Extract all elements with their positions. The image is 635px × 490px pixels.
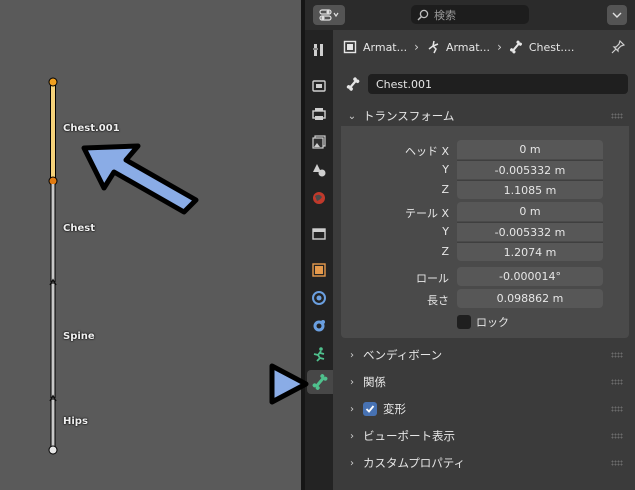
bone-icon — [509, 40, 522, 54]
relations-panel-header[interactable]: › 関係 — [341, 371, 629, 393]
render-tab[interactable] — [307, 74, 331, 98]
bone-name-field[interactable]: Chest.001 — [368, 74, 628, 94]
properties-tab-strip — [305, 30, 333, 490]
bone-icon — [312, 374, 328, 390]
printer-icon — [312, 108, 326, 120]
options-menu-button[interactable] — [607, 5, 627, 25]
bendy-bones-panel-header[interactable]: › ベンディボーン — [341, 344, 629, 366]
world-tab[interactable] — [307, 186, 331, 210]
head-y-label: Y — [442, 163, 449, 176]
search-icon — [417, 9, 429, 21]
search-input[interactable]: 検索 — [411, 5, 529, 24]
drag-grip-icon[interactable] — [611, 433, 623, 439]
length-field[interactable]: 0.098862 m — [457, 289, 603, 308]
bone-label-chest-001: Chest.001 — [63, 123, 120, 134]
chevron-down-icon: ⌄ — [347, 110, 357, 122]
tail-y-field[interactable]: -0.005332 m — [457, 222, 603, 241]
deform-panel-header[interactable]: › 変形 — [341, 398, 629, 420]
breadcrumb-bone[interactable]: Chest.... — [509, 40, 574, 54]
globe-icon — [313, 192, 325, 204]
tail-z-label: Z — [441, 245, 449, 258]
tail-x-field[interactable]: 0 m — [457, 202, 603, 221]
length-label: 長さ — [427, 294, 449, 307]
drag-grip-icon[interactable] — [611, 406, 623, 412]
tail-x-label: テール X — [404, 207, 449, 220]
armature-figure-icon — [428, 40, 439, 54]
output-tab[interactable] — [307, 102, 331, 126]
physics-tab[interactable] — [307, 314, 331, 338]
head-x-field[interactable]: 0 m — [457, 140, 603, 159]
orange-square-icon — [312, 263, 326, 277]
drag-grip-icon[interactable] — [611, 379, 623, 385]
tail-y-label: Y — [442, 225, 449, 238]
image-stack-icon — [312, 135, 326, 149]
bone-hips[interactable] — [48, 400, 58, 455]
wrench-screwdriver-icon — [313, 44, 323, 56]
tool-tab[interactable] — [307, 38, 331, 62]
properties-editor-icon — [319, 9, 339, 21]
deform-checkbox[interactable] — [363, 402, 377, 416]
armature-bones[interactable] — [0, 0, 301, 490]
bone-properties-content: Armat... › Armat... › Chest.... Chest.00… — [333, 30, 635, 490]
pin-icon — [611, 39, 626, 54]
drag-grip-icon[interactable] — [611, 352, 623, 358]
transform-panel-body: ヘッド X 0 m Y -0.005332 m Z 1.1085 m テール X… — [341, 126, 629, 338]
head-z-field[interactable]: 1.1085 m — [457, 180, 603, 199]
breadcrumb-object[interactable]: Armat... — [343, 40, 407, 54]
chevron-down-icon — [612, 12, 622, 18]
properties-editor: 検索 Armat... › Armat... › Chest.... Chest… — [305, 0, 635, 490]
viewport-display-panel-header[interactable]: › ビューポート表示 — [341, 425, 629, 447]
breadcrumb: Armat... › Armat... › Chest.... — [333, 34, 635, 60]
bone-chest-001[interactable] — [48, 77, 58, 186]
pin-button[interactable] — [611, 39, 626, 57]
head-z-label: Z — [441, 183, 449, 196]
3d-viewport[interactable]: Chest.001 Chest Spine Hips — [0, 0, 301, 490]
modifier-tab[interactable] — [307, 286, 331, 310]
head-x-label: ヘッド X — [404, 145, 449, 158]
drag-grip-icon[interactable] — [611, 460, 623, 466]
object-tab[interactable] — [307, 258, 331, 282]
drag-grip-icon[interactable] — [611, 113, 623, 119]
lock-label: ロック — [476, 316, 509, 329]
properties-header: 検索 — [305, 0, 635, 30]
view-layer-tab[interactable] — [307, 130, 331, 154]
bone-label-spine: Spine — [63, 331, 95, 342]
object-square-icon — [343, 40, 357, 54]
lock-toggle[interactable]: ロック — [457, 312, 597, 332]
wrench-blue-icon — [312, 291, 326, 305]
breadcrumb-separator: › — [414, 40, 419, 54]
annotation-arrow-icon — [81, 143, 199, 215]
transform-panel-header[interactable]: ⌄ トランスフォーム — [341, 105, 629, 127]
box-icon — [312, 228, 326, 240]
circle-orbit-icon — [313, 320, 325, 332]
bone-spine[interactable] — [49, 284, 57, 402]
bone-label-hips: Hips — [63, 416, 88, 427]
head-y-field[interactable]: -0.005332 m — [457, 160, 603, 179]
collection-tab[interactable] — [307, 222, 331, 246]
bone-chest[interactable] — [49, 184, 57, 286]
bone-icon — [346, 77, 360, 91]
chevron-right-icon: › — [350, 457, 354, 469]
bone-label-chest: Chest — [63, 223, 95, 234]
camera-back-icon — [312, 80, 326, 92]
custom-properties-panel-header[interactable]: › カスタムプロパティ — [341, 452, 629, 474]
annotation-triangle-arrow-icon — [269, 363, 309, 405]
roll-label: ロール — [416, 272, 449, 285]
lock-checkbox[interactable] — [457, 315, 471, 329]
breadcrumb-armature[interactable]: Armat... — [426, 40, 490, 54]
running-figure-icon — [313, 347, 325, 362]
tail-z-field[interactable]: 1.2074 m — [457, 242, 603, 261]
editor-type-button[interactable] — [313, 5, 345, 25]
chevron-right-icon: › — [350, 430, 354, 442]
chevron-right-icon: › — [350, 349, 354, 361]
transform-title: トランスフォーム — [363, 109, 455, 123]
breadcrumb-separator: › — [497, 40, 502, 54]
roll-field[interactable]: -0.000014° — [457, 267, 603, 286]
chevron-right-icon: › — [350, 376, 354, 388]
chevron-right-icon: › — [350, 403, 354, 415]
cone-sphere-icon — [313, 164, 326, 177]
scene-tab[interactable] — [307, 158, 331, 182]
checkmark-icon — [365, 405, 375, 413]
search-placeholder: 検索 — [434, 8, 456, 22]
